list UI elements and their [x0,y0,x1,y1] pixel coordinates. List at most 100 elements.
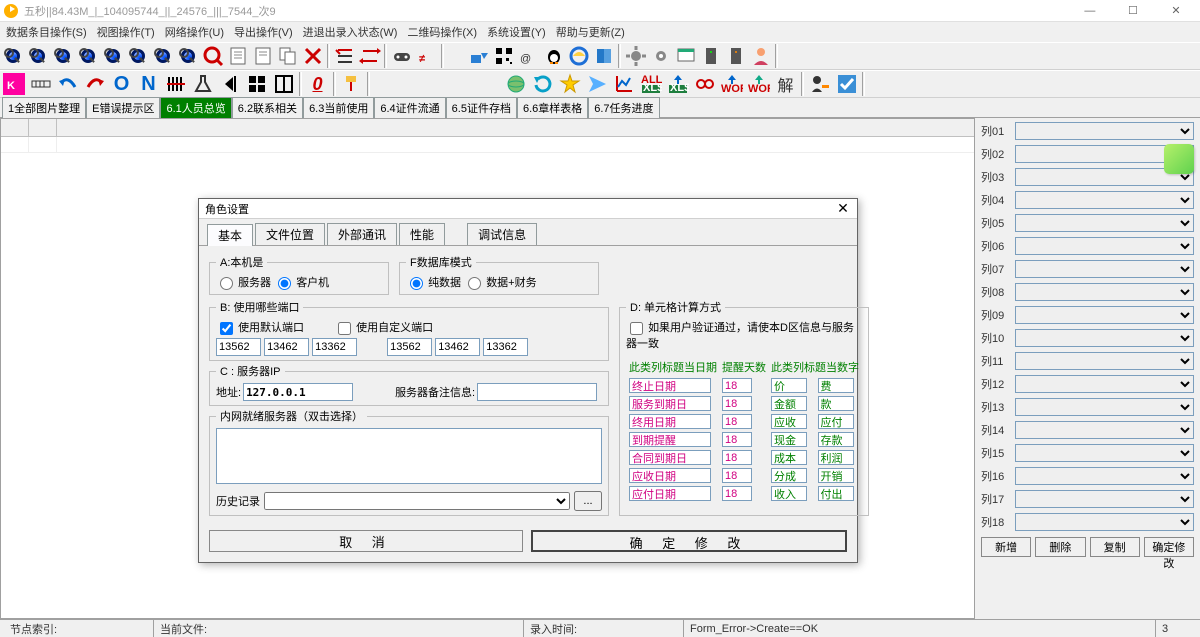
num-col-input[interactable] [818,396,854,411]
col-select[interactable] [1015,237,1194,255]
chk-custom-port[interactable]: 使用自定义端口 [334,319,433,335]
num-col-input[interactable] [818,450,854,465]
person-icon[interactable] [748,44,773,69]
date-col-input[interactable] [629,414,711,429]
tool-icon[interactable] [50,44,75,69]
dialog-tab[interactable]: 基本 [207,224,253,246]
add-button[interactable]: 新增 [981,537,1031,557]
col-select[interactable] [1015,122,1194,140]
radio-server[interactable]: 服务器 [216,277,271,289]
tab[interactable]: 6.2联系相关 [232,97,303,118]
cancel-button[interactable]: 取 消 [209,530,523,552]
col-select[interactable] [1015,329,1194,347]
tab-selected[interactable]: 6.1人员总览 [160,97,231,118]
col-select[interactable] [1015,398,1194,416]
redo-icon[interactable] [81,72,108,97]
days-input[interactable] [722,378,752,393]
menu-item[interactable]: 系统设置(Y) [487,24,546,40]
close-icon[interactable]: ✕ [835,201,851,217]
link-icon[interactable] [691,72,718,97]
chk-default-port[interactable]: 使用默认端口 [216,319,304,335]
num-col-input[interactable] [818,432,854,447]
num-col-input[interactable] [771,432,807,447]
menu-item[interactable]: 二维码操作(X) [407,24,477,40]
tool-icon[interactable] [25,44,50,69]
doc-icon[interactable] [225,44,250,69]
gear-icon[interactable] [648,44,673,69]
delete-button[interactable]: 删除 [1035,537,1085,557]
export-icon[interactable] [466,44,491,69]
user-edit-icon[interactable] [806,72,833,97]
menu-item[interactable]: 数据条目操作(S) [6,24,87,40]
word-down-icon[interactable]: WORD [745,72,772,97]
dialog-tab[interactable]: 调试信息 [467,223,537,245]
col-select[interactable] [1015,352,1194,370]
date-col-input[interactable] [629,396,711,411]
close-button[interactable]: ✕ [1156,4,1196,17]
jie-icon[interactable]: 解 [772,72,799,97]
server-icon[interactable] [723,44,748,69]
col-select[interactable] [1015,444,1194,462]
num-col-input[interactable] [771,468,807,483]
tool-icon[interactable] [0,44,25,69]
num-col-input[interactable] [818,468,854,483]
dialog-tab[interactable]: 文件位置 [255,223,325,245]
server-ip-input[interactable] [243,383,353,401]
days-input[interactable] [722,432,752,447]
port-input[interactable] [387,338,432,356]
tab[interactable]: E错误提示区 [86,97,160,118]
server-note-input[interactable] [477,383,597,401]
days-input[interactable] [722,486,752,501]
window-icon[interactable] [673,44,698,69]
lan-servers-list[interactable] [216,428,602,484]
date-col-input[interactable] [629,468,711,483]
menu-item[interactable]: 进退出录入状态(W) [303,24,398,40]
port-input[interactable] [435,338,480,356]
minimize-button[interactable]: — [1070,5,1110,17]
col-select[interactable] [1015,306,1194,324]
col-select[interactable] [1015,191,1194,209]
zero-icon[interactable]: 0 [304,72,331,97]
col-select[interactable] [1015,467,1194,485]
col-select[interactable] [1015,283,1194,301]
tool-icon[interactable] [150,44,175,69]
globe-icon[interactable] [502,72,529,97]
dialog-tab[interactable]: 外部通讯 [327,223,397,245]
ruler-icon[interactable] [27,72,54,97]
date-col-input[interactable] [629,450,711,465]
menu-item[interactable]: 视图操作(T) [97,24,155,40]
tab[interactable]: 1全部图片整理 [2,97,86,118]
notequal-icon[interactable]: ≠ [414,44,439,69]
col-select[interactable] [1015,490,1194,508]
tool-icon[interactable] [100,44,125,69]
flask-icon[interactable] [189,72,216,97]
num-col-input[interactable] [818,378,854,393]
tab[interactable]: 6.3当前使用 [303,97,374,118]
cross-icon[interactable] [300,44,325,69]
game-icon[interactable] [389,44,414,69]
date-col-input[interactable] [629,378,711,393]
copy-icon[interactable] [275,44,300,69]
arrows-icon[interactable] [357,44,382,69]
book-icon[interactable] [591,44,616,69]
num-col-input[interactable] [771,396,807,411]
qq-icon[interactable] [541,44,566,69]
radio-datafinance[interactable]: 数据+财务 [464,277,537,289]
tab[interactable]: 6.7任务进度 [588,97,659,118]
dialog-tab[interactable]: 性能 [399,223,445,245]
radio-client[interactable]: 客户机 [274,277,329,289]
gear-icon[interactable] [623,44,648,69]
split-icon[interactable] [270,72,297,97]
at-icon[interactable]: @ [516,44,541,69]
bars-icon[interactable] [162,72,189,97]
num-col-input[interactable] [771,414,807,429]
back-icon[interactable] [216,72,243,97]
tool-icon[interactable] [75,44,100,69]
undo-icon[interactable] [54,72,81,97]
maximize-button[interactable]: ☐ [1113,4,1153,17]
tool-icon[interactable] [200,44,225,69]
tool-icon[interactable] [125,44,150,69]
star-icon[interactable] [556,72,583,97]
col-select[interactable] [1015,375,1194,393]
n-icon[interactable]: N [135,72,162,97]
